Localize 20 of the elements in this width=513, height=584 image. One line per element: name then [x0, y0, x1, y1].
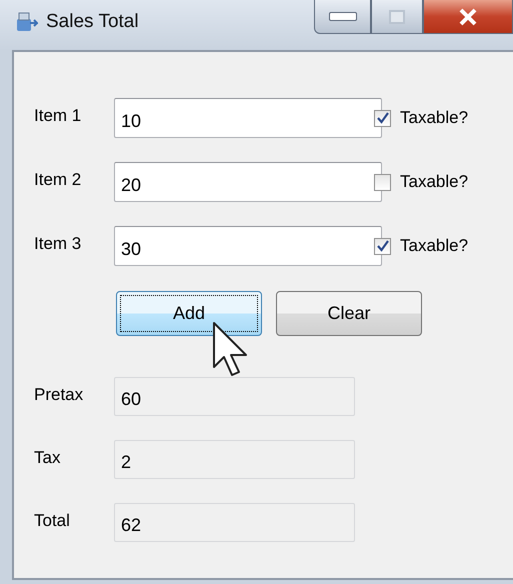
item-label: Item 3	[34, 234, 82, 254]
output-label: Pretax	[34, 385, 84, 405]
cash-register-icon	[14, 11, 38, 33]
output-field[interactable]: 62	[114, 503, 355, 542]
item-field[interactable]: 10	[114, 98, 382, 138]
close-button[interactable]	[423, 0, 513, 34]
item-field[interactable]: 30	[114, 226, 382, 266]
clear-button[interactable]: Clear	[276, 291, 422, 336]
item-label: Item 2	[34, 170, 82, 190]
window-title: Sales Total	[46, 11, 139, 33]
add-button[interactable]: Add	[116, 291, 262, 336]
item-label: Item 1	[34, 106, 82, 126]
output-field[interactable]: 2	[114, 440, 355, 479]
maximize-button[interactable]	[371, 0, 423, 34]
minimize-button[interactable]	[314, 0, 371, 34]
close-icon	[457, 8, 479, 26]
output-label: Tax	[34, 448, 62, 468]
output-label: Total	[34, 511, 71, 531]
item-field[interactable]: 20	[114, 162, 382, 202]
output-field[interactable]: 60	[114, 377, 355, 416]
